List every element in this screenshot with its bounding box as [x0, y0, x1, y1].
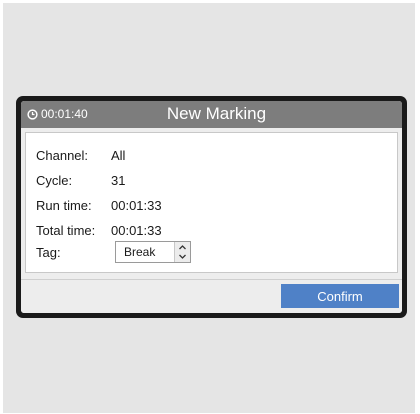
tag-spinner	[174, 242, 190, 262]
dialog-title: New Marking	[166, 104, 267, 123]
channel-row: Channel: All	[36, 146, 125, 164]
cycle-value: 31	[111, 172, 126, 188]
tag-row: Tag:	[36, 243, 111, 261]
new-marking-dialog: 00:01:40 New Marking Channel: All Cycle:…	[16, 96, 407, 318]
dialog-titlebar: 00:01:40 New Marking	[21, 101, 402, 128]
dialog-body: 00:01:40 New Marking Channel: All Cycle:…	[21, 101, 402, 313]
total-time-value: 00:01:33	[111, 222, 162, 238]
tag-value[interactable]: Break	[116, 245, 174, 259]
channel-label: Channel:	[36, 147, 89, 163]
tag-label: Tag:	[36, 244, 61, 260]
cycle-row: Cycle: 31	[36, 171, 125, 189]
run-time-label: Run time:	[36, 197, 92, 213]
channel-value: All	[111, 147, 126, 163]
total-time-row: Total time: 00:01:33	[36, 221, 162, 239]
run-time-row: Run time: 00:01:33	[36, 196, 162, 214]
tag-select[interactable]: Break	[115, 241, 191, 263]
confirm-button[interactable]: Confirm	[281, 284, 399, 308]
chevron-up-icon[interactable]	[177, 243, 188, 252]
cycle-label: Cycle:	[36, 172, 73, 188]
run-time-value: 00:01:33	[111, 197, 162, 213]
chevron-down-icon[interactable]	[177, 252, 188, 261]
total-time-label: Total time:	[36, 222, 96, 238]
marking-details-panel: Channel: All Cycle: 31 Run time: 00:01:3…	[25, 132, 398, 273]
dialog-footer: Confirm	[21, 279, 402, 313]
